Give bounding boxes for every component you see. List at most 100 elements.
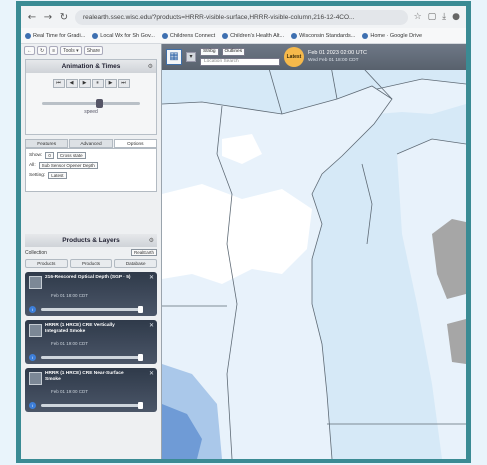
option-row: Setting: Latest	[29, 172, 153, 179]
screenshot: ← → ↻ realearth.ssec.wisc.edu/?products=…	[21, 6, 466, 459]
layer-date: Feb 01 19:00 CDT	[51, 341, 89, 346]
slider-handle[interactable]	[138, 354, 143, 361]
download-icon[interactable]: ⤓	[442, 12, 446, 22]
options-area: Show: 0 Cross state All: Sub Sensor Open…	[25, 148, 157, 192]
show-extra-select[interactable]: Cross state	[56, 152, 86, 159]
slider-handle[interactable]	[95, 99, 103, 108]
extension-icon[interactable]: ▢	[428, 12, 437, 22]
layer-title: HRRR (1 HRCE) CRE Near-Surface Smoke	[45, 371, 124, 382]
last-frame-button[interactable]: ⏭	[117, 79, 130, 88]
map-view[interactable]: ▦ ▾ Stribg Outlines Location Search Late…	[162, 44, 466, 459]
layer-thumbnail	[29, 372, 42, 385]
speed-label: speed	[84, 109, 98, 115]
forward-icon[interactable]: →	[43, 12, 53, 23]
bookmark-icon	[291, 32, 298, 39]
products-panel: Products & Layers ⚙	[25, 234, 157, 247]
left-panel: ← ↻ ≡ Tools ▾ Share Animation & Times ⚙ …	[21, 44, 162, 459]
tab-database[interactable]: Database	[114, 259, 158, 268]
time-display: Feb 01 2023 02:00 UTC Wed Feb 01 18:00 C…	[308, 50, 367, 64]
tab-options[interactable]: Options	[113, 139, 157, 148]
tab-products-2[interactable]: Products	[69, 259, 113, 268]
bookmark-item[interactable]: Children's Health Alt...	[222, 32, 284, 39]
playback-controls: ⏮ ◀ ▶ ⏸ ▶ ⏭	[26, 79, 156, 88]
opacity-slider[interactable]	[41, 402, 143, 409]
grid-icon[interactable]: ▦	[166, 49, 182, 65]
layer-title: HRRR (1 HRCE) CRE Vertically Integrated …	[45, 323, 115, 334]
close-icon[interactable]: ✕	[149, 274, 154, 281]
step-back-button[interactable]: ◀	[65, 79, 78, 88]
share-button[interactable]: Share	[83, 46, 104, 55]
bookmark-icon	[222, 32, 229, 39]
map-selectors: Stribg Outlines Location Search	[200, 48, 280, 66]
layer-card[interactable]: 216-Rescored Optical Depth (SGP · 5) Feb…	[25, 272, 157, 316]
tools-button[interactable]: Tools ▾	[60, 46, 82, 55]
chevron-down-icon[interactable]: ▾	[186, 52, 196, 62]
layer-card[interactable]: HRRR (1 HRCE) CRE Near-Surface Smoke Feb…	[25, 368, 157, 412]
bookmark-icon	[92, 32, 99, 39]
layer-date: Feb 01 18:00 CDT	[51, 293, 89, 298]
gear-icon[interactable]: ⚙	[149, 234, 154, 247]
map-toolbar: ▦ ▾ Stribg Outlines Location Search Late…	[162, 44, 466, 70]
panel-spacer	[21, 192, 161, 234]
slider-handle[interactable]	[138, 306, 143, 313]
layer-thumbnail	[29, 324, 42, 337]
time-sub: Wed Feb 01 18:00 CDT	[308, 58, 359, 63]
refresh-button[interactable]: ↻	[37, 46, 48, 55]
bookmark-item[interactable]: Home · Google Drive	[362, 32, 422, 39]
bookmark-item[interactable]: Childrens Connect	[161, 32, 215, 39]
browser-address-bar: ← → ↻ realearth.ssec.wisc.edu/?products=…	[21, 6, 466, 28]
play-button[interactable]: ▶	[78, 79, 91, 88]
collection-row: Collection RealEarth	[21, 247, 161, 258]
info-icon[interactable]: i	[29, 306, 36, 313]
option-row: All: Sub Sensor Opener Depth	[29, 162, 153, 169]
layer-date: Feb 01 19:00 CDT	[51, 389, 89, 394]
bookmark-item[interactable]: Real Time for Gradi...	[25, 32, 85, 39]
show-select[interactable]: 0	[45, 152, 54, 159]
first-frame-button[interactable]: ⏮	[52, 79, 65, 88]
layer-thumbnail	[29, 276, 42, 289]
back-button[interactable]: ←	[24, 46, 35, 55]
star-icon[interactable]: ☆	[414, 12, 422, 22]
opacity-slider[interactable]	[41, 306, 143, 313]
step-forward-button[interactable]: ▶	[104, 79, 117, 88]
opacity-slider[interactable]	[41, 354, 143, 361]
bookmark-icon	[362, 32, 369, 39]
bookmark-item[interactable]: Wisconsin Standards...	[291, 32, 355, 39]
setting-select[interactable]: Latest	[48, 172, 67, 179]
tab-features[interactable]: Features	[25, 139, 69, 148]
profile-icon[interactable]: ●	[452, 12, 460, 22]
all-select[interactable]: Sub Sensor Opener Depth	[38, 162, 98, 169]
slider-handle[interactable]	[138, 402, 143, 409]
gear-icon[interactable]: ⚙	[148, 60, 153, 73]
top-toolbar: ← ↻ ≡ Tools ▾ Share	[21, 44, 161, 57]
tab-advanced[interactable]: Advanced	[69, 139, 113, 148]
layer-title: 216-Rescored Optical Depth (SGP · 5)	[45, 275, 131, 280]
clock-icon[interactable]: Latest	[284, 47, 304, 67]
bookmark-icon	[25, 32, 31, 39]
tab-products[interactable]: Products	[25, 259, 68, 268]
animation-title: Animation & Times ⚙	[26, 60, 156, 73]
layer-card[interactable]: HRRR (1 HRCE) CRE Vertically Integrated …	[25, 320, 157, 364]
bookmark-item[interactable]: Local Wx for Sh Gov...	[92, 32, 155, 39]
app-area: ← ↻ ≡ Tools ▾ Share Animation & Times ⚙ …	[21, 44, 466, 459]
url-field[interactable]: realearth.ssec.wisc.edu/?products=HRRR-v…	[75, 9, 408, 25]
menu-button[interactable]: ≡	[49, 46, 59, 55]
map-canvas[interactable]	[162, 44, 466, 459]
collection-select[interactable]: RealEarth	[130, 249, 157, 256]
products-title: Products & Layers ⚙	[25, 234, 157, 247]
basemap-select[interactable]: Outlines	[221, 48, 246, 56]
close-icon[interactable]: ✕	[149, 370, 154, 377]
layer-select[interactable]: Stribg	[200, 48, 219, 56]
pause-button[interactable]: ⏸	[91, 79, 104, 88]
close-icon[interactable]: ✕	[149, 322, 154, 329]
info-icon[interactable]: i	[29, 354, 36, 361]
time-main: Feb 01 2023 02:00 UTC	[308, 50, 368, 56]
info-icon[interactable]: i	[29, 402, 36, 409]
selector-row: Stribg Outlines	[200, 48, 280, 56]
products-tabs: Products Products Database	[21, 258, 161, 270]
location-search[interactable]: Location Search	[200, 58, 280, 66]
back-icon[interactable]: ←	[27, 12, 37, 23]
reload-icon[interactable]: ↻	[59, 12, 69, 23]
animation-tabs: Features Advanced Options	[21, 137, 161, 148]
speed-slider[interactable]	[42, 99, 140, 108]
